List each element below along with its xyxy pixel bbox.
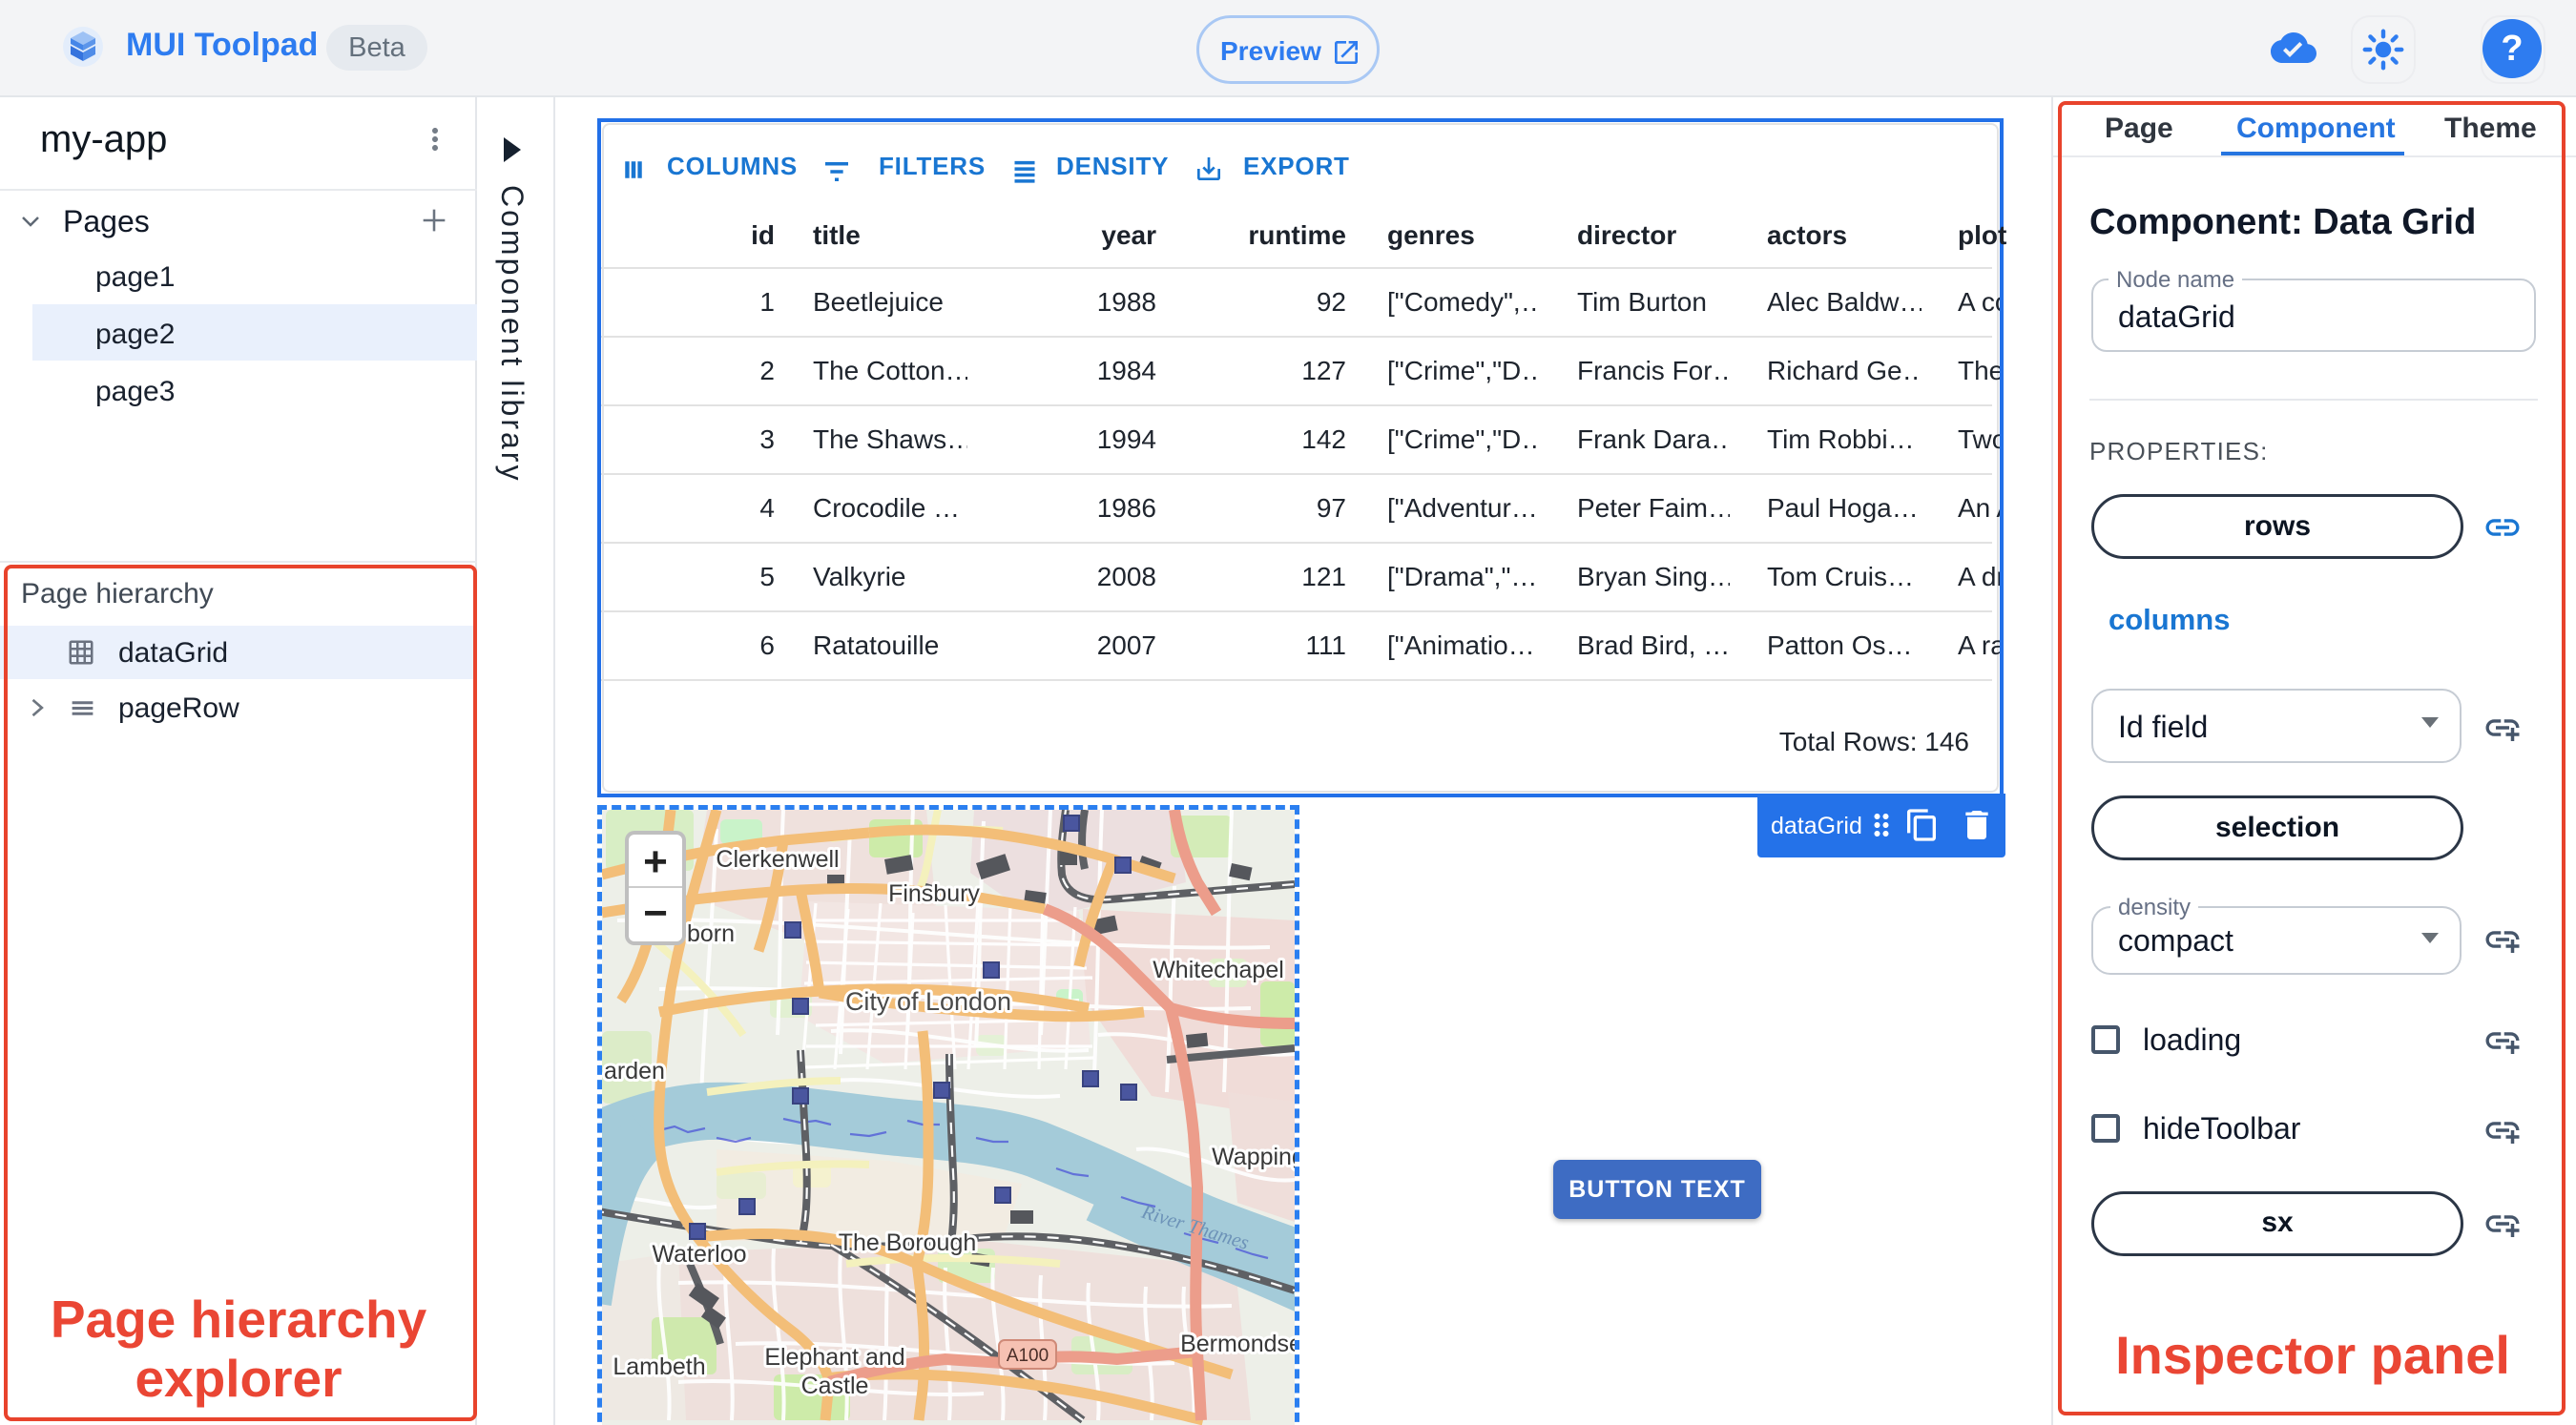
svg-text:The Borough: The Borough bbox=[839, 1229, 977, 1256]
svg-text:Castle: Castle bbox=[801, 1373, 869, 1399]
svg-text:Finsbury: Finsbury bbox=[888, 880, 980, 907]
svg-text:Bermondse: Bermondse bbox=[1180, 1331, 1295, 1357]
svg-text:Clerkenwell: Clerkenwell bbox=[716, 846, 839, 873]
svg-text:arden: arden bbox=[604, 1058, 665, 1084]
svg-text:Waterloo: Waterloo bbox=[652, 1241, 746, 1268]
svg-text:Elephant and: Elephant and bbox=[764, 1344, 904, 1371]
svg-text:Whitechapel: Whitechapel bbox=[1153, 957, 1284, 983]
svg-text:Wapping: Wapping bbox=[1212, 1144, 1295, 1170]
svg-text:born: born bbox=[687, 920, 735, 947]
svg-text:Lambeth: Lambeth bbox=[613, 1353, 705, 1380]
svg-text:City of London: City of London bbox=[845, 987, 1011, 1016]
svg-text:A100: A100 bbox=[1007, 1346, 1049, 1366]
